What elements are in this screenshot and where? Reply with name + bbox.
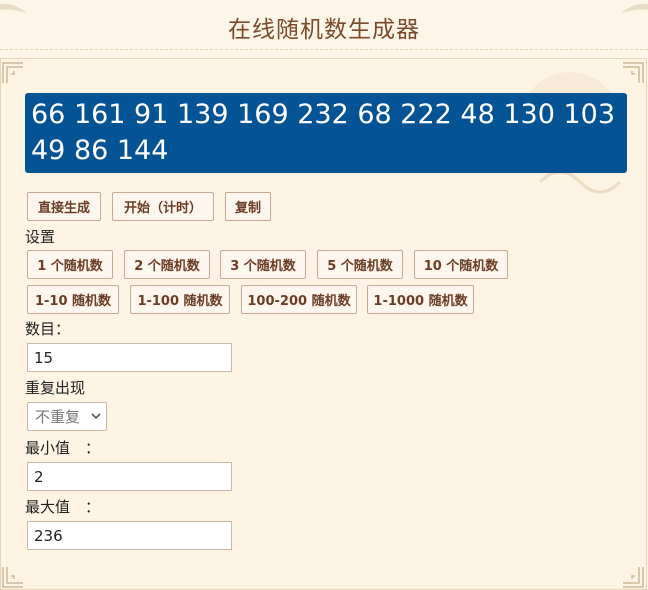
- max-value-input[interactable]: [27, 521, 232, 550]
- corner-ornament-icon: [623, 567, 644, 588]
- corner-ornament-icon: [620, 3, 648, 14]
- preset-range-1-100-button[interactable]: 1-100 随机数: [130, 285, 230, 314]
- min-value-label: 最小值 ：: [25, 439, 101, 457]
- start-timed-button[interactable]: 开始（计时）: [112, 192, 214, 221]
- chevron-down-icon: [91, 413, 101, 420]
- count-input[interactable]: [27, 343, 232, 372]
- max-value-label: 最大值 ：: [25, 498, 101, 516]
- page-header: 在线随机数生成器: [0, 0, 648, 50]
- count-label: 数目：: [25, 320, 71, 338]
- generate-button[interactable]: 直接生成: [27, 192, 101, 221]
- repeat-label: 重复出现: [25, 379, 86, 397]
- preset-3-numbers-button[interactable]: 3 个随机数: [220, 250, 306, 279]
- corner-ornament-icon: [2, 62, 23, 83]
- preset-2-numbers-button[interactable]: 2 个随机数: [124, 250, 210, 279]
- preset-5-numbers-button[interactable]: 5 个随机数: [317, 250, 403, 279]
- copy-button[interactable]: 复制: [225, 192, 271, 221]
- page-title: 在线随机数生成器: [228, 17, 420, 43]
- preset-10-numbers-button[interactable]: 10 个随机数: [414, 250, 508, 279]
- corner-ornament-icon: [0, 3, 28, 14]
- settings-label: 设置: [25, 228, 56, 246]
- random-result-display: 66 161 91 139 169 232 68 222 48 130 103 …: [25, 93, 627, 173]
- preset-range-100-200-button[interactable]: 100-200 随机数: [241, 285, 357, 314]
- preset-range-1-1000-button[interactable]: 1-1000 随机数: [367, 285, 474, 314]
- repeat-select[interactable]: 不重复: [27, 402, 107, 431]
- preset-1-number-button[interactable]: 1 个随机数: [27, 250, 113, 279]
- preset-range-1-10-button[interactable]: 1-10 随机数: [27, 285, 119, 314]
- corner-ornament-icon: [2, 567, 23, 588]
- repeat-select-value: 不重复: [35, 408, 81, 426]
- min-value-input[interactable]: [27, 462, 232, 491]
